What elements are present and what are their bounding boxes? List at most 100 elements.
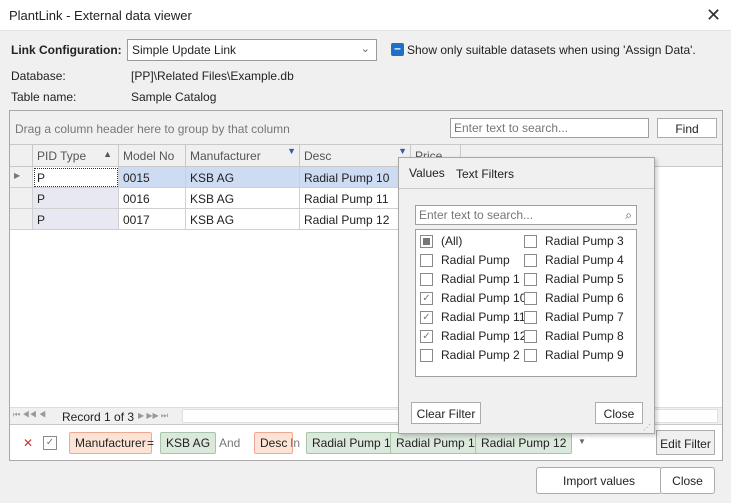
- value-label: Radial Pump 4: [545, 253, 624, 267]
- row-indicator[interactable]: [10, 188, 33, 209]
- checkbox[interactable]: [524, 272, 537, 286]
- filter-icon[interactable]: ▼: [398, 146, 407, 156]
- filter-icon[interactable]: ▼: [287, 146, 296, 156]
- filter-popup: Values Text Filters Enter text to search…: [398, 157, 655, 434]
- value-label: Radial Pump 12: [441, 329, 527, 343]
- table-cell[interactable]: Radial Pump 12: [300, 209, 411, 230]
- clear-filter-icon[interactable]: ✕: [23, 436, 33, 450]
- table-cell[interactable]: P: [33, 167, 119, 188]
- checkbox[interactable]: [524, 329, 537, 343]
- popup-close-button[interactable]: Close: [595, 402, 643, 424]
- suitable-checkbox[interactable]: –: [391, 42, 404, 56]
- value-item[interactable]: Radial Pump 9: [524, 348, 624, 362]
- clear-filter-button[interactable]: Clear Filter: [411, 402, 481, 424]
- group-hint: Drag a column header here to group by th…: [15, 122, 290, 136]
- close-button[interactable]: Close: [660, 467, 715, 494]
- edit-filter-button[interactable]: Edit Filter: [656, 430, 715, 455]
- filter-value[interactable]: Radial Pump 12: [475, 432, 573, 454]
- table-cell[interactable]: P: [33, 209, 119, 230]
- nav-next-last-icons[interactable]: ▶ ▶▶ ⏭: [138, 411, 168, 421]
- value-label: Radial Pump 1: [441, 272, 520, 286]
- table-value: Sample Catalog: [131, 90, 217, 104]
- resize-grip-icon[interactable]: ⋰: [643, 423, 651, 432]
- column-header-pid-type[interactable]: PID Type ▲: [33, 145, 119, 167]
- value-label: Radial Pump 10: [441, 291, 527, 305]
- database-label: Database:: [11, 69, 66, 83]
- checkbox[interactable]: ✓: [420, 291, 433, 305]
- row-indicator-header: [10, 145, 33, 167]
- checkbox[interactable]: [420, 234, 433, 248]
- filter-dropdown-icon[interactable]: ▼: [578, 437, 586, 446]
- checkbox[interactable]: [524, 291, 537, 305]
- filter-field-manufacturer[interactable]: Manufacturer: [69, 432, 152, 454]
- checkbox[interactable]: ✓: [420, 310, 433, 324]
- tab-values[interactable]: Values: [409, 166, 445, 180]
- checkbox[interactable]: ✓: [420, 329, 433, 343]
- table-cell[interactable]: 0016: [119, 188, 186, 209]
- checkbox[interactable]: [524, 253, 537, 267]
- search-placeholder: Enter text to search...: [419, 208, 534, 222]
- checkbox[interactable]: [420, 253, 433, 267]
- value-item[interactable]: Radial Pump: [420, 253, 510, 267]
- tab-text-filters[interactable]: Text Filters: [456, 167, 514, 181]
- row-indicator[interactable]: [10, 209, 33, 230]
- value-item[interactable]: Radial Pump 4: [524, 253, 624, 267]
- checkbox[interactable]: [420, 272, 433, 286]
- link-config-select[interactable]: Simple Update Link ⌄: [127, 39, 377, 61]
- value-item[interactable]: ✓ Radial Pump 12: [420, 329, 526, 343]
- value-label: Radial Pump 9: [545, 348, 624, 362]
- filter-operator-in[interactable]: In: [290, 436, 300, 450]
- values-list: (All) Radial Pump Radial Pump 1 ✓ Radial Pum…: [415, 229, 637, 377]
- table-cell[interactable]: 0015: [119, 167, 186, 188]
- value-label: (All): [441, 234, 463, 248]
- filter-field-desc[interactable]: Desc: [254, 432, 294, 454]
- filter-and[interactable]: And: [219, 436, 240, 450]
- popup-search-input[interactable]: Enter text to search... ⌕: [415, 205, 637, 225]
- column-header-manufacturer[interactable]: Manufacturer ▼: [186, 145, 300, 167]
- table-cell[interactable]: P: [33, 188, 119, 209]
- value-item[interactable]: Radial Pump 5: [524, 272, 624, 286]
- value-label: Radial Pump 7: [545, 310, 624, 324]
- table-cell[interactable]: 0017: [119, 209, 186, 230]
- filter-operator[interactable]: =: [147, 436, 154, 450]
- table-cell[interactable]: KSB AG: [186, 167, 300, 188]
- nav-first-prev-icons[interactable]: ⏮ ◀◀ ◀: [13, 410, 46, 420]
- import-values-button[interactable]: Import values: [536, 467, 662, 494]
- filter-value[interactable]: Radial Pump 11: [390, 432, 487, 454]
- search-icon: ⌕: [625, 208, 632, 222]
- value-item[interactable]: Radial Pump 8: [524, 329, 624, 343]
- value-item[interactable]: ✓ Radial Pump 11: [420, 310, 526, 324]
- value-item[interactable]: Radial Pump 1: [420, 272, 520, 286]
- header-label: Manufacturer: [190, 149, 261, 163]
- checkbox[interactable]: [420, 348, 433, 362]
- header-label: Model No: [123, 149, 175, 163]
- table-cell[interactable]: KSB AG: [186, 188, 300, 209]
- value-item[interactable]: ✓ Radial Pump 10: [420, 291, 526, 305]
- checkbox[interactable]: [524, 310, 537, 324]
- checkbox[interactable]: [524, 234, 537, 248]
- value-item[interactable]: Radial Pump 3: [524, 234, 624, 248]
- table-cell[interactable]: KSB AG: [186, 209, 300, 230]
- table-cell[interactable]: Radial Pump 10: [300, 167, 411, 188]
- grid-search-input[interactable]: Enter text to search...: [450, 118, 649, 138]
- header-label: Desc: [304, 149, 332, 163]
- filter-value[interactable]: Radial Pump 10: [306, 432, 404, 454]
- filter-enabled-checkbox[interactable]: ✓: [43, 436, 57, 450]
- group-panel[interactable]: Drag a column header here to group by th…: [10, 111, 722, 145]
- value-item[interactable]: Radial Pump 7: [524, 310, 624, 324]
- row-indicator[interactable]: ▶: [10, 167, 33, 188]
- value-item[interactable]: Radial Pump 2: [420, 348, 520, 362]
- filter-value[interactable]: KSB AG: [160, 432, 217, 454]
- value-item[interactable]: Radial Pump 6: [524, 291, 624, 305]
- find-button[interactable]: Find: [657, 118, 717, 138]
- value-label: Radial Pump: [441, 253, 510, 267]
- value-item[interactable]: (All): [420, 234, 462, 248]
- database-value: [PP]\Related Files\Example.db: [131, 69, 294, 83]
- value-label: Radial Pump 2: [441, 348, 520, 362]
- checkbox[interactable]: [524, 348, 537, 362]
- close-icon[interactable]: ✕: [706, 5, 721, 26]
- column-header-desc[interactable]: Desc ▼: [300, 145, 411, 167]
- header-label: PID Type: [37, 149, 87, 163]
- column-header-model-no[interactable]: Model No: [119, 145, 186, 167]
- table-cell[interactable]: Radial Pump 11: [300, 188, 411, 209]
